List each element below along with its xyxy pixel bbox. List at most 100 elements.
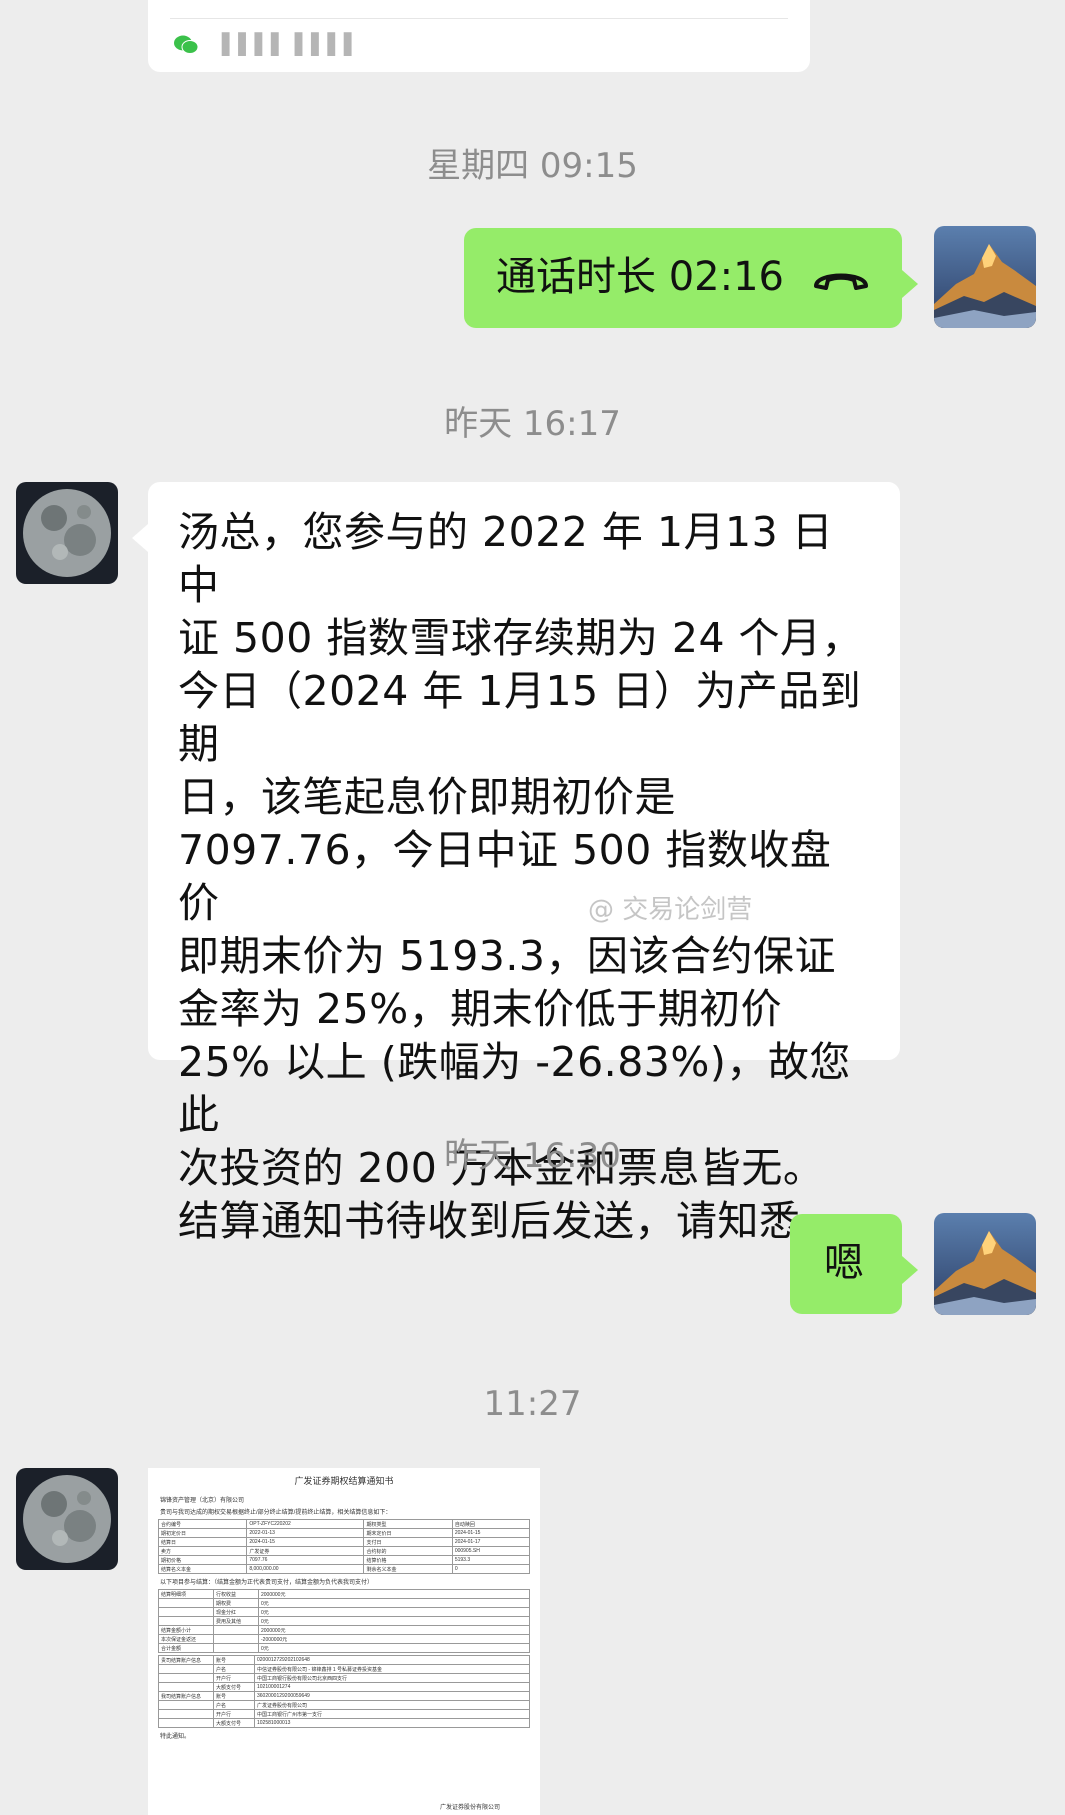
table-cell: 广发证券: [246, 1546, 365, 1556]
timestamp: 昨天 16:30: [444, 1136, 621, 1176]
table-cell: 行权收益: [213, 1589, 259, 1599]
table-row: 户名 中信证券股份有限公司 - 锦锋鑫排 1 号私募证券投资基金: [158, 1664, 530, 1674]
table-cell: 结算金额小计: [158, 1625, 214, 1635]
document-title: 广发证券期权结算通知书: [294, 1476, 394, 1486]
document-section-note: 以下项目参与结算：（结算金额为正代表贵司支付，结算金额为负代表我司支付）: [160, 1580, 374, 1586]
table-cell: 结算名义本金: [157, 1564, 248, 1574]
table-cell: [158, 1673, 214, 1683]
table-cell: [158, 1682, 214, 1692]
table-cell: 结算日: [157, 1537, 248, 1547]
table-cell: 费用及其他: [213, 1616, 259, 1626]
contact-avatar[interactable]: [16, 1468, 118, 1570]
table-cell: [213, 1625, 259, 1635]
reply-bubble[interactable]: 嗯: [790, 1214, 918, 1314]
message-line: 结算通知书待收到后发送，请知悉。: [178, 1197, 842, 1245]
message-line: 今日（2024 年 1月15 日）为产品到期: [178, 667, 862, 768]
table-cell: [158, 1616, 214, 1626]
table-row: 大额支付号 102581000013: [158, 1718, 530, 1728]
table-cell: [158, 1718, 214, 1728]
timestamp: 昨天 16:17: [444, 404, 621, 444]
timestamp: 11:27: [483, 1384, 582, 1424]
settlement-notice-image[interactable]: 广发证券期权结算通知书 锦锋资产管理（北京）有限公司 贵司与我司达成的期权交易根…: [148, 1468, 540, 1815]
table-cell: 2024-01-15: [451, 1528, 531, 1538]
table-cell: 2024-01-17: [451, 1537, 531, 1547]
table-cell: 大额支付号: [213, 1718, 255, 1728]
message-line: 金率为 25%，期末价低于期初价: [178, 985, 783, 1033]
table-row: 我司结算账户信息 账号 3602000129200059649: [158, 1691, 530, 1701]
table-row: 现金分红 0元: [158, 1607, 530, 1617]
table-cell: 账号: [213, 1691, 255, 1701]
table-cell: [158, 1700, 214, 1710]
table-cell: [213, 1634, 259, 1644]
message-line: 证 500 指数雪球存续期为 24 个月，: [178, 614, 864, 662]
table-cell: 结算明细项: [158, 1589, 214, 1599]
table-row: 卖方 广发证券 合约标的 000905.SH: [157, 1546, 531, 1556]
table-cell: 2000000元: [258, 1625, 530, 1635]
table-cell: 中国工商银行广州市第一支行: [254, 1709, 530, 1719]
table-cell: 户名: [213, 1664, 255, 1674]
my-avatar[interactable]: [934, 1213, 1036, 1315]
document-signature: 广发证券股份有限公司: [439, 1805, 500, 1811]
table-row: 结算名义本金 8,000,000.00 剩余名义本金 0: [157, 1564, 531, 1574]
document-company: 锦锋资产管理（北京）有限公司: [160, 1498, 245, 1504]
table-row: 本次保证金返还 -2000000元: [158, 1634, 530, 1644]
settlement-table: 结算明细项 行权收益 2000000元 期权费 0元 现金分红 0元 费用及其他…: [158, 1589, 530, 1653]
my-avatar[interactable]: [934, 226, 1036, 328]
table-cell: 户名: [213, 1700, 255, 1710]
table-cell: 大额支付号: [213, 1682, 255, 1692]
table-cell: 期末定价日: [363, 1528, 453, 1538]
table-row: 期初价格 7097.76 结算价格 5193.3: [157, 1555, 531, 1565]
table-cell: 102581000013: [254, 1718, 530, 1728]
table-cell: OPT-ZFYC220202: [246, 1519, 365, 1529]
table-cell: 期初定价日: [157, 1528, 248, 1538]
table-cell: -2000000元: [258, 1634, 530, 1644]
table-cell: 结算价格: [363, 1555, 453, 1565]
table-cell: 3602000129200059649: [254, 1691, 530, 1701]
bubble-tail: [902, 1256, 918, 1284]
table-row: 期权费 0元: [158, 1598, 530, 1608]
message-line: 汤总，您参与的 2022 年 1月13 日中: [178, 508, 834, 609]
table-row: 合约编号 OPT-ZFYC220202 期权类型 自动赎回: [157, 1519, 531, 1529]
table-cell: 现金分红: [213, 1607, 259, 1617]
timestamp: 星期四 09:15: [427, 146, 638, 186]
table-row: 大额支付号 102100001274: [158, 1682, 530, 1692]
table-cell: 合计金额: [158, 1643, 214, 1653]
table-row: 开户行 中国工商银行股份有限公司北京西四支行: [158, 1673, 530, 1683]
table-cell: 期权类型: [363, 1519, 453, 1529]
table-cell: 0200012729202102648: [254, 1655, 530, 1665]
table-cell: [158, 1709, 214, 1719]
table-cell: 本次保证金返还: [158, 1634, 214, 1644]
table-cell: 中国工商银行股份有限公司北京西四支行: [254, 1673, 530, 1683]
table-cell: 合约编号: [157, 1519, 248, 1529]
table-cell: 合约标的: [363, 1546, 453, 1556]
phone-hangup-icon: [812, 264, 870, 294]
table-row: 户名 广发证券股份有限公司: [158, 1700, 530, 1710]
contact-avatar[interactable]: [16, 482, 118, 584]
table-cell: 期权费: [213, 1598, 259, 1608]
message-line: 即期末价为 5193.3，因该合约保证: [178, 932, 836, 980]
bubble-tail: [902, 270, 918, 298]
table-row: 期初定价日 2022-01-13 期末定价日 2024-01-15: [157, 1528, 531, 1538]
table-cell: 中信证券股份有限公司 - 锦锋鑫排 1 号私募证券投资基金: [254, 1664, 530, 1674]
wechat-icon: [174, 34, 199, 56]
call-duration-bubble[interactable]: 通话时长 02:16: [464, 228, 918, 328]
table-cell: 2024-01-15: [246, 1537, 365, 1547]
table-cell: 0: [451, 1564, 531, 1574]
table-cell: 102100001274: [254, 1682, 530, 1692]
table-cell: [158, 1598, 214, 1608]
forwarded-card[interactable]: ▌▌▌▌ ▌▌▌▌: [148, 0, 810, 72]
table-row: 结算日 2024-01-15 支付日 2024-01-17: [157, 1537, 531, 1547]
message-line: 日，该笔起息价即期初价是: [178, 773, 676, 821]
card-source-label: ▌▌▌▌ ▌▌▌▌: [222, 32, 361, 56]
table-cell: 广发证券股份有限公司: [254, 1700, 530, 1710]
notice-message-bubble[interactable]: 汤总，您参与的 2022 年 1月13 日中 证 500 指数雪球存续期为 24…: [132, 482, 900, 1245]
table-cell: 8,000,000.00: [246, 1564, 365, 1574]
document-intro: 贵司与我司达成的期权交易根据终止/部分终止结算/提前终止结算，相关结算信息如下：: [160, 1510, 392, 1516]
table-row: 贵司结算账户信息 账号 0200012729202102648: [158, 1655, 530, 1665]
table-cell: [213, 1643, 259, 1653]
document-closing: 特此通知。: [160, 1734, 191, 1740]
table-cell: 我司结算账户信息: [158, 1691, 214, 1701]
table-cell: 0元: [258, 1643, 530, 1653]
table-cell: 支付日: [363, 1537, 453, 1547]
table-cell: 开户行: [213, 1709, 255, 1719]
